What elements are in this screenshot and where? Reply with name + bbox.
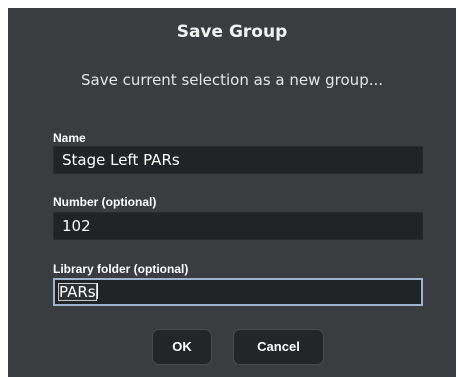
name-label: Name <box>53 131 86 145</box>
text-caret <box>96 283 98 299</box>
dialog-subtitle: Save current selection as a new group... <box>80 71 384 89</box>
save-group-dialog: Save Group Save current selection as a n… <box>8 8 456 377</box>
name-field-value: Stage Left PARs <box>62 151 180 169</box>
dialog-title: Save Group <box>176 22 288 42</box>
ok-button[interactable]: OK <box>152 329 212 365</box>
library-folder-label: Library folder (optional) <box>53 262 189 276</box>
cancel-button[interactable]: Cancel <box>233 329 324 365</box>
library-folder-field[interactable]: PARs <box>53 278 423 306</box>
number-field[interactable]: 102 <box>53 212 423 240</box>
number-label: Number (optional) <box>53 195 157 209</box>
name-field[interactable]: Stage Left PARs <box>53 146 423 174</box>
number-field-value: 102 <box>62 217 91 235</box>
library-folder-field-value: PARs <box>58 283 97 301</box>
